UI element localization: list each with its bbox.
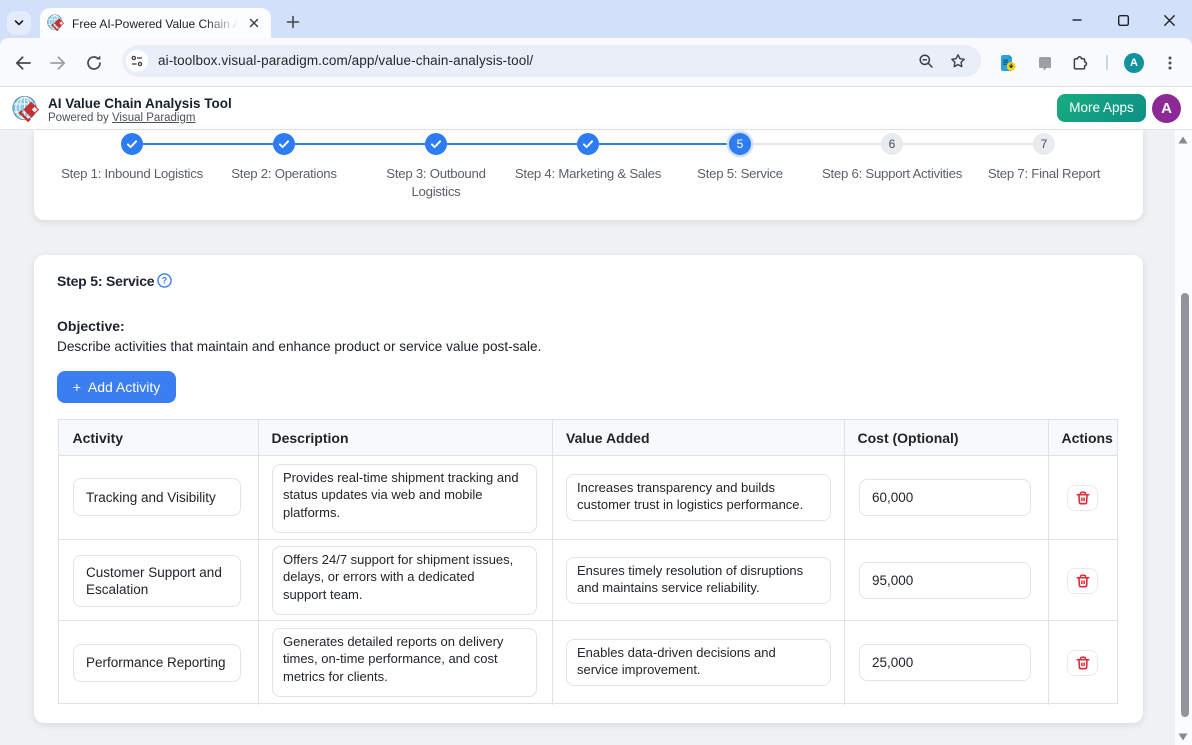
svg-text:?: ? xyxy=(162,275,167,285)
